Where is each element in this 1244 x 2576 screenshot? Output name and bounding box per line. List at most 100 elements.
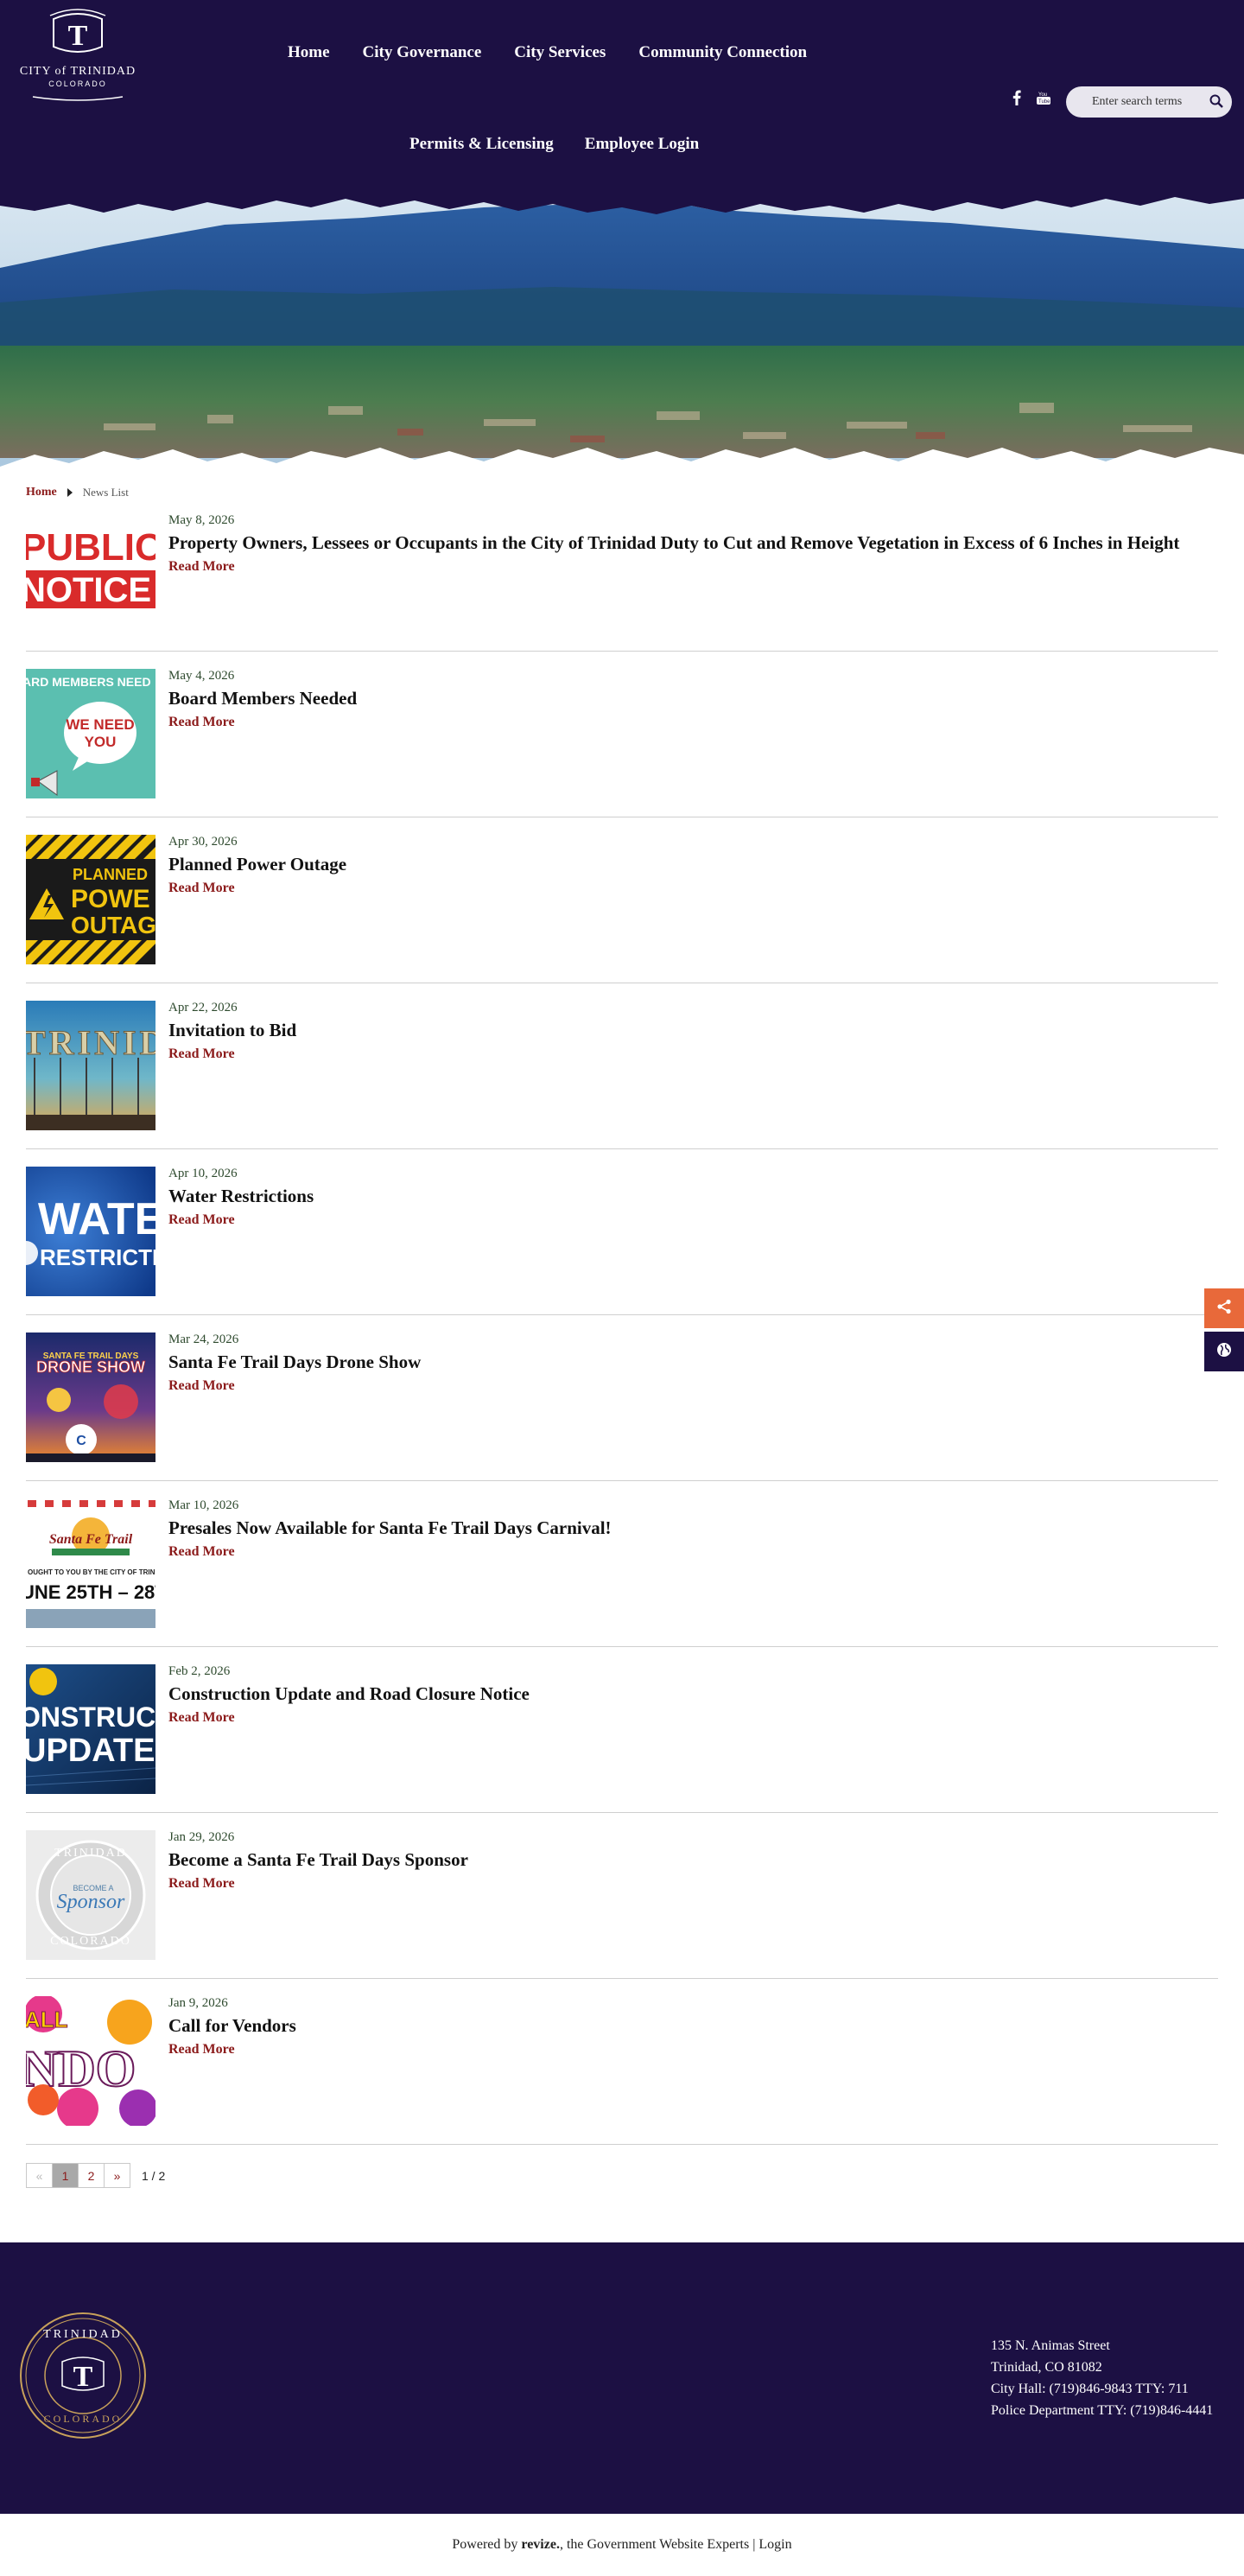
news-item: SANTA FE TRAIL DAYS DRONE SHOW C Mar 24,… (26, 1315, 1218, 1481)
svg-text:CITY of TRINIDAD: CITY of TRINIDAD (20, 65, 136, 78)
news-item: WATE RESTRICTI Apr 10, 2026 Water Restri… (26, 1149, 1218, 1315)
nav-city-services[interactable]: City Services (514, 43, 606, 62)
breadcrumb-separator-icon (67, 488, 73, 497)
news-date: Apr 30, 2026 (168, 835, 238, 849)
svg-text:PLANNED: PLANNED (73, 866, 148, 883)
svg-text:Santa Fe Trail: Santa Fe Trail (49, 1532, 133, 1547)
nav-employee-login[interactable]: Employee Login (585, 135, 699, 154)
svg-text:OUGHT TO YOU BY THE CITY OF TR: OUGHT TO YOU BY THE CITY OF TRINIDA (28, 1568, 156, 1576)
news-thumbnail[interactable]: PLANNED POWE OUTAG (26, 835, 156, 964)
read-more-link[interactable]: Read More (168, 1378, 235, 1394)
svg-text:COLORADO: COLORADO (48, 80, 107, 88)
footer-city-hall-phone[interactable]: City Hall: (719)846-9843 TTY: 711 (991, 2378, 1213, 2400)
read-more-link[interactable]: Read More (168, 1710, 235, 1726)
news-thumbnail[interactable]: SANTA FE TRAIL DAYS DRONE SHOW C (26, 1333, 156, 1462)
city-logo[interactable]: T CITY of TRINIDAD COLORADO (9, 7, 147, 104)
svg-text:Sponsor: Sponsor (57, 1891, 125, 1913)
news-thumbnail[interactable]: TRINID (26, 1001, 156, 1130)
city-seal-logo: TRINIDAD COLORADO T (19, 2312, 147, 2439)
search-icon[interactable] (1209, 94, 1223, 112)
nav-city-governance[interactable]: City Governance (363, 43, 482, 62)
news-date: Mar 24, 2026 (168, 1333, 239, 1346)
svg-text:COLORADO: COLORADO (50, 1935, 131, 1948)
site-footer: TRINIDAD COLORADO T 135 N. Animas Street… (0, 2242, 1244, 2514)
pagination-next[interactable]: » (104, 2163, 130, 2188)
svg-text:TRINIDAD: TRINIDAD (54, 1847, 127, 1860)
news-title[interactable]: Call for Vendors (168, 2015, 1184, 2037)
read-more-link[interactable]: Read More (168, 2042, 235, 2058)
news-item: TRINID Apr 22, 2026 Invitation to Bid Re… (26, 983, 1218, 1149)
news-text: Apr 30, 2026 Planned Power Outage Read M… (168, 833, 1184, 896)
nav-permits-licensing[interactable]: Permits & Licensing (409, 135, 554, 154)
read-more-link[interactable]: Read More (168, 1212, 235, 1228)
news-thumbnail[interactable]: ALL NDO (26, 1996, 156, 2126)
news-text: Jan 9, 2026 Call for Vendors Read More (168, 1994, 1184, 2058)
nav-home[interactable]: Home (288, 43, 330, 62)
svg-text:DRONE SHOW: DRONE SHOW (36, 1358, 145, 1376)
pagination-page-1[interactable]: 1 (52, 2163, 79, 2188)
news-thumbnail[interactable]: ONSTRUCTIO UPDATE (26, 1664, 156, 1794)
news-title[interactable]: Presales Now Available for Santa Fe Trai… (168, 1517, 1184, 1539)
news-title[interactable]: Property Owners, Lessees or Occupants in… (168, 532, 1184, 554)
news-text: Apr 10, 2026 Water Restrictions Read Mor… (168, 1165, 1184, 1228)
footer-address: 135 N. Animas Street Trinidad, CO 81082 … (991, 2335, 1213, 2421)
search-box (1066, 86, 1232, 118)
news-title[interactable]: Invitation to Bid (168, 1020, 1184, 1041)
youtube-icon[interactable]: You Tube (1037, 90, 1050, 110)
read-more-link[interactable]: Read More (168, 1046, 235, 1062)
news-date: May 8, 2026 (168, 513, 235, 527)
news-date: Feb 2, 2026 (168, 1664, 231, 1678)
news-title[interactable]: Planned Power Outage (168, 854, 1184, 875)
svg-text:ONSTRUCTIO: ONSTRUCTIO (26, 1701, 156, 1733)
breadcrumb-home[interactable]: Home (26, 486, 57, 499)
pagination-info: 1 / 2 (142, 2168, 166, 2183)
svg-text:POWE: POWE (71, 885, 150, 913)
hero-banner (0, 173, 1244, 475)
svg-text:TRINIDAD: TRINIDAD (43, 2328, 123, 2341)
facebook-icon[interactable] (1012, 90, 1021, 110)
news-thumbnail[interactable]: WATE RESTRICTI (26, 1167, 156, 1296)
news-title[interactable]: Santa Fe Trail Days Drone Show (168, 1352, 1184, 1373)
svg-text:UPDATE: UPDATE (26, 1733, 155, 1769)
footer-police-phone[interactable]: Police Department TTY: (719)846-4441 (991, 2400, 1213, 2421)
footer-login-link[interactable]: Login (758, 2537, 791, 2553)
news-title[interactable]: Construction Update and Road Closure Not… (168, 1683, 1184, 1705)
svg-text:TRINID: TRINID (26, 1023, 156, 1062)
read-more-link[interactable]: Read More (168, 1876, 235, 1892)
search-input[interactable] (1092, 95, 1199, 109)
news-title[interactable]: Become a Santa Fe Trail Days Sponsor (168, 1849, 1184, 1871)
svg-text:RESTRICTI: RESTRICTI (40, 1244, 156, 1270)
news-date: May 4, 2026 (168, 669, 235, 683)
breadcrumb-current: News List (82, 486, 129, 499)
read-more-link[interactable]: Read More (168, 715, 235, 730)
svg-text:OUTAG: OUTAG (71, 912, 156, 938)
svg-text:YOU: YOU (85, 734, 117, 750)
news-item: ONSTRUCTIO UPDATE Feb 2, 2026 Constructi… (26, 1647, 1218, 1813)
news-title[interactable]: Water Restrictions (168, 1186, 1184, 1207)
news-thumbnail[interactable]: PUBLIC NOTICE (26, 522, 156, 615)
news-item: TRINIDAD COLORADO BECOME A Sponsor Jan 2… (26, 1813, 1218, 1979)
page: T CITY of TRINIDAD COLORADO Home City Go… (0, 0, 1244, 2576)
news-text: Mar 10, 2026 Presales Now Available for … (168, 1497, 1184, 1560)
read-more-link[interactable]: Read More (168, 1544, 235, 1560)
news-title[interactable]: Board Members Needed (168, 688, 1184, 709)
news-thumbnail[interactable]: TRINIDAD COLORADO BECOME A Sponsor (26, 1830, 156, 1960)
read-more-link[interactable]: Read More (168, 881, 235, 896)
news-thumbnail[interactable]: ARD MEMBERS NEED WE NEED YOU (26, 669, 156, 798)
translate-button[interactable] (1204, 1332, 1244, 1371)
svg-text:WATE: WATE (38, 1194, 156, 1244)
svg-text:ARD MEMBERS NEED: ARD MEMBERS NEED (26, 675, 151, 689)
news-thumbnail[interactable]: Santa Fe Trail OUGHT TO YOU BY THE CITY … (26, 1498, 156, 1628)
nav-community-connection[interactable]: Community Connection (638, 43, 807, 62)
share-button[interactable] (1204, 1288, 1244, 1328)
social-links: You Tube (1012, 90, 1050, 110)
news-text: May 4, 2026 Board Members Needed Read Mo… (168, 667, 1184, 730)
powered-by-bar: Powered by revize., the Government Websi… (0, 2514, 1244, 2576)
news-text: Jan 29, 2026 Become a Santa Fe Trail Day… (168, 1829, 1184, 1892)
pagination-prev[interactable]: « (26, 2163, 53, 2188)
news-list: PUBLIC NOTICE May 8, 2026 Property Owner… (26, 512, 1218, 2145)
read-more-link[interactable]: Read More (168, 559, 235, 575)
pagination-page-2[interactable]: 2 (78, 2163, 105, 2188)
globe-icon (1216, 1342, 1232, 1362)
revize-link[interactable]: revize. (521, 2537, 560, 2553)
